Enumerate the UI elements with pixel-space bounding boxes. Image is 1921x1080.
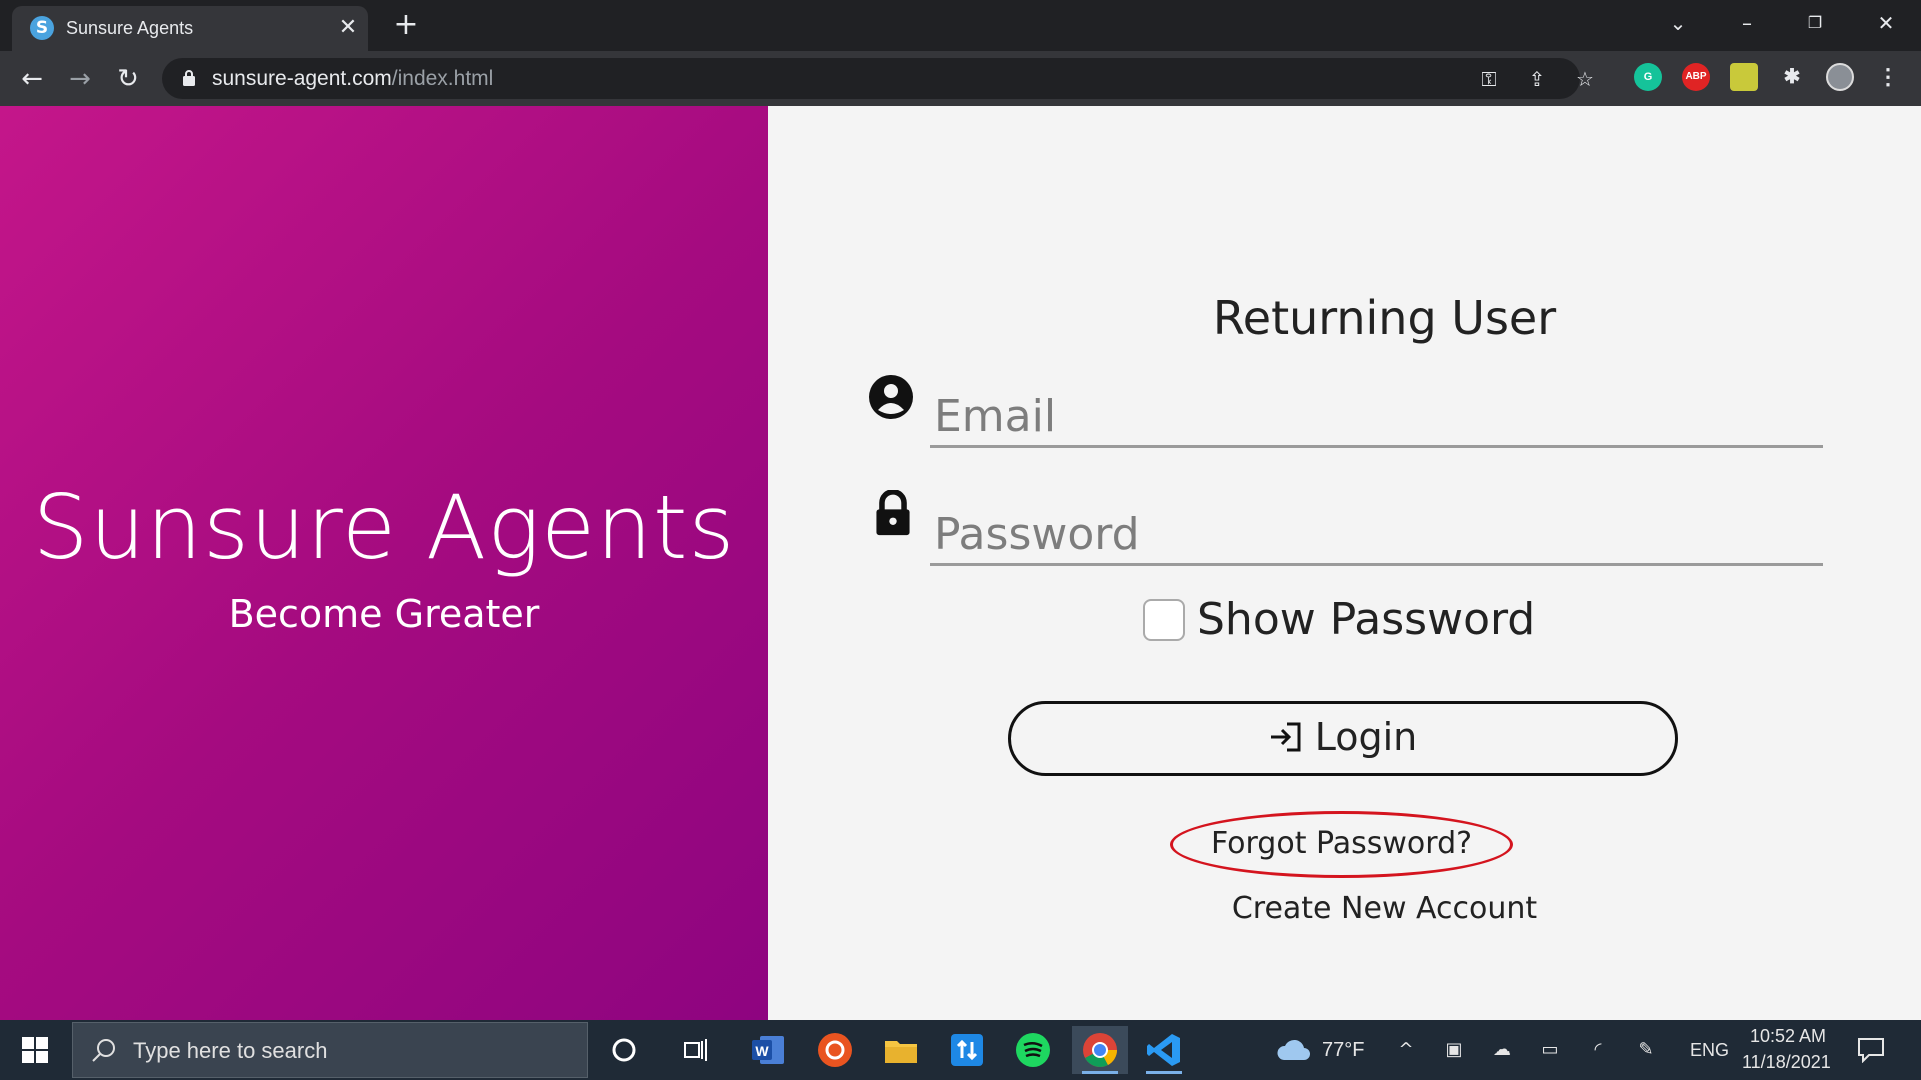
key-icon[interactable]: ⚿ <box>1476 66 1502 92</box>
windows-taskbar: Type here to search W 77°F ^ ▣ ☁ ▭ ◜ ✎ E… <box>0 1020 1921 1080</box>
menu-kebab-icon[interactable]: ⋮ <box>1874 63 1902 91</box>
notifications-icon[interactable] <box>1857 1037 1885 1063</box>
address-bar[interactable]: sunsure-agent.com/index.html ⚿ ⇪ ☆ <box>162 58 1594 99</box>
minimize-button[interactable]: – <box>1727 8 1767 38</box>
search-placeholder: Type here to search <box>133 1038 328 1063</box>
taskbar-search-box[interactable]: Type here to search <box>72 1022 588 1078</box>
windows-logo-icon <box>22 1037 48 1063</box>
tab-title: Sunsure Agents <box>66 18 194 38</box>
show-password-checkbox[interactable] <box>1143 599 1185 641</box>
back-button[interactable]: ← <box>16 63 48 95</box>
search-icon <box>92 1039 115 1062</box>
login-panel: Returning User Show Password <box>768 106 1921 1020</box>
bookmark-star-icon[interactable]: ☆ <box>1572 66 1598 92</box>
sign-in-icon <box>1270 722 1301 752</box>
transfer-app-icon[interactable] <box>943 1026 991 1074</box>
grammarly-extension-icon[interactable]: G <box>1634 63 1662 91</box>
tab-close-icon[interactable]: ✕ <box>334 14 362 42</box>
lock-icon <box>183 70 195 86</box>
clock-date[interactable]: 11/18/2021 <box>1742 1052 1831 1073</box>
show-password-label[interactable]: Show Password <box>1197 594 1535 645</box>
forgot-password-link[interactable]: Forgot Password? <box>1173 826 1510 861</box>
new-tab-button[interactable]: + <box>390 10 422 42</box>
login-button-label: Login <box>1314 715 1418 759</box>
forgot-password-highlight: Forgot Password? <box>1170 811 1513 878</box>
padlock-icon <box>876 490 910 536</box>
word-app-icon[interactable]: W <box>744 1026 792 1074</box>
tab-search-chevron-icon[interactable]: ⌄ <box>1658 8 1698 38</box>
share-icon[interactable]: ⇪ <box>1524 66 1550 92</box>
meet-now-icon[interactable]: ▣ <box>1442 1038 1466 1062</box>
onedrive-error-icon[interactable]: ☁ <box>1490 1038 1514 1062</box>
ubuntu-app-icon[interactable] <box>811 1026 859 1074</box>
vscode-app-icon[interactable] <box>1140 1026 1188 1074</box>
clock-time[interactable]: 10:52 AM <box>1750 1026 1826 1047</box>
svg-text:W: W <box>755 1043 769 1059</box>
login-button[interactable]: Login <box>1008 701 1678 776</box>
start-button[interactable] <box>0 1020 70 1080</box>
form-heading: Returning User <box>1212 291 1557 345</box>
url-path: /index.html <box>391 67 494 90</box>
weather-temperature[interactable]: 77°F <box>1322 1039 1364 1062</box>
spotify-app-icon[interactable] <box>1009 1026 1057 1074</box>
page-content: Sunsure Agents Become Greater Returning … <box>0 106 1921 1020</box>
url-domain: sunsure-agent.com <box>212 67 392 90</box>
brand-panel: Sunsure Agents Become Greater <box>0 106 768 1020</box>
battery-icon[interactable]: ▭ <box>1538 1038 1562 1062</box>
close-window-button[interactable]: ✕ <box>1866 8 1906 38</box>
browser-tab-bar: S Sunsure Agents ✕ + ⌄ – ❐ ✕ <box>0 0 1921 51</box>
browser-tab[interactable]: S Sunsure Agents ✕ <box>12 6 368 51</box>
active-app-indicator <box>1082 1071 1118 1074</box>
site-favicon-icon: S <box>30 16 54 40</box>
email-input[interactable] <box>930 388 1823 448</box>
restore-button[interactable]: ❐ <box>1795 8 1835 38</box>
brand-title: Sunsure Agents <box>32 476 736 579</box>
extension-icon[interactable] <box>1730 63 1758 91</box>
profile-avatar[interactable] <box>1826 63 1854 91</box>
url-text[interactable]: sunsure-agent.com/index.html <box>212 67 493 91</box>
task-view-icon[interactable] <box>672 1026 720 1074</box>
chrome-app-icon[interactable] <box>1072 1026 1128 1074</box>
wifi-icon[interactable]: ◜ <box>1586 1038 1610 1062</box>
user-circle-icon <box>869 375 913 419</box>
weather-cloud-icon[interactable] <box>1276 1038 1312 1062</box>
create-account-link[interactable]: Create New Account <box>768 891 1921 926</box>
show-hidden-icons-chevron-icon[interactable]: ^ <box>1394 1038 1418 1062</box>
password-input[interactable] <box>930 506 1823 566</box>
browser-toolbar: ← → ↻ sunsure-agent.com/index.html ⚿ ⇪ ☆… <box>0 51 1921 106</box>
reload-button[interactable]: ↻ <box>112 63 144 95</box>
brand-tagline: Become Greater <box>228 592 540 636</box>
file-explorer-icon[interactable] <box>877 1026 925 1074</box>
forward-button[interactable]: → <box>64 63 96 95</box>
adblock-extension-icon[interactable]: ABP <box>1682 63 1710 91</box>
puzzle-extensions-icon[interactable]: ✱ <box>1778 63 1806 91</box>
open-app-indicator <box>1146 1071 1182 1074</box>
pen-icon[interactable]: ✎ <box>1634 1038 1658 1062</box>
cortana-icon[interactable] <box>600 1026 648 1074</box>
language-indicator[interactable]: ENG <box>1690 1040 1729 1061</box>
